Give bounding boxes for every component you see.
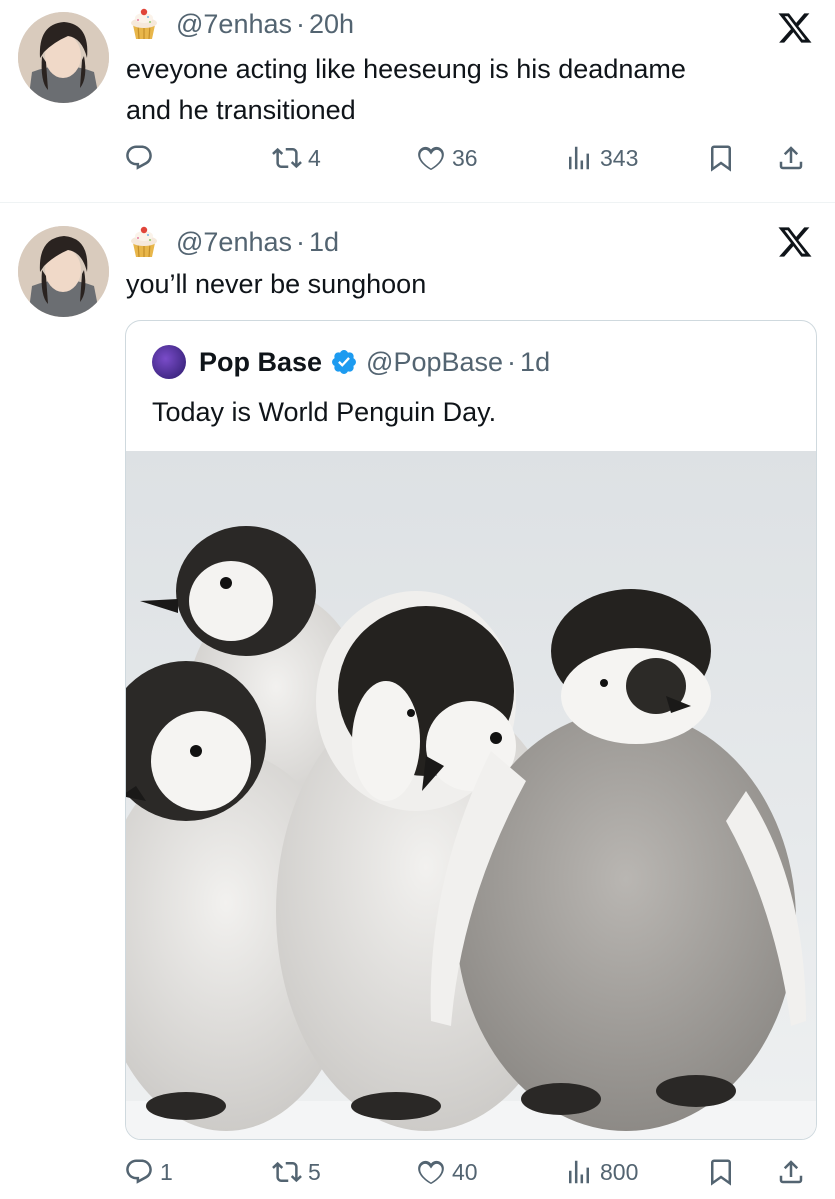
views-icon bbox=[569, 1160, 589, 1184]
view-count: 800 bbox=[600, 1158, 639, 1185]
tweet-text: eveyone acting like heeseung is his dead… bbox=[126, 49, 806, 131]
bookmark-button[interactable] bbox=[706, 1152, 736, 1192]
share-button[interactable] bbox=[776, 1152, 806, 1192]
retweet-count: 5 bbox=[308, 1158, 321, 1185]
user-handle[interactable]: @7enhas bbox=[176, 227, 292, 258]
tweet[interactable]: @7enhas · 20h eveyone acting like heeseu… bbox=[0, 0, 835, 203]
tweet[interactable]: @7enhas · 1d you’ll never be sunghoon Po… bbox=[0, 204, 835, 1199]
retweet-icon bbox=[272, 1161, 302, 1183]
tweet-text-line: you’ll never be sunghoon bbox=[126, 269, 427, 299]
retweet-count: 4 bbox=[308, 144, 321, 171]
quoted-avatar[interactable] bbox=[152, 345, 186, 379]
timestamp[interactable]: 1d bbox=[309, 227, 339, 258]
like-count: 40 bbox=[452, 1158, 478, 1185]
views-button[interactable]: 800 bbox=[564, 1152, 638, 1192]
tweet-header: @7enhas · 20h bbox=[126, 6, 354, 42]
tweet-header: @7enhas · 1d bbox=[126, 224, 339, 260]
like-count: 36 bbox=[452, 144, 478, 171]
quoted-media-image[interactable] bbox=[126, 451, 817, 1140]
view-count: 343 bbox=[600, 144, 639, 171]
verified-badge-icon bbox=[332, 350, 357, 374]
tweet-text: you’ll never be sunghoon bbox=[126, 264, 806, 305]
x-logo-icon bbox=[778, 13, 812, 43]
bookmark-button[interactable] bbox=[706, 138, 736, 178]
bookmark-icon bbox=[711, 1159, 731, 1186]
avatar[interactable] bbox=[18, 12, 109, 103]
views-button[interactable]: 343 bbox=[564, 138, 638, 178]
retweet-button[interactable]: 5 bbox=[272, 1152, 321, 1192]
quoted-tweet[interactable]: Pop Base @PopBase · 1d Today is World Pe… bbox=[125, 320, 817, 1140]
separator-dot: · bbox=[296, 226, 305, 257]
tweet-text-line: and he transitioned bbox=[126, 95, 356, 125]
retweet-button[interactable]: 4 bbox=[272, 138, 321, 178]
tweet-text-line: eveyone acting like heeseung is his dead… bbox=[126, 54, 686, 84]
share-icon bbox=[779, 146, 803, 170]
bookmark-icon bbox=[711, 145, 731, 172]
action-bar: 4 36 343 bbox=[124, 138, 824, 178]
retweet-icon bbox=[272, 147, 302, 169]
quoted-display-name[interactable]: Pop Base bbox=[199, 347, 322, 378]
cupcake-icon bbox=[131, 8, 157, 40]
action-bar: 1 5 40 800 bbox=[124, 1152, 824, 1192]
separator-dot: · bbox=[296, 8, 305, 39]
reply-button[interactable] bbox=[124, 138, 160, 178]
quoted-tweet-text: Today is World Penguin Day. bbox=[152, 397, 497, 427]
share-button[interactable] bbox=[776, 138, 806, 178]
avatar[interactable] bbox=[18, 226, 109, 317]
reply-count: 1 bbox=[160, 1158, 173, 1185]
cupcake-icon bbox=[131, 226, 157, 258]
like-button[interactable]: 36 bbox=[416, 138, 478, 178]
share-icon bbox=[779, 1160, 803, 1184]
reply-button[interactable]: 1 bbox=[124, 1152, 173, 1192]
like-icon bbox=[418, 1160, 444, 1185]
like-icon bbox=[418, 146, 444, 171]
x-logo-icon bbox=[778, 227, 812, 257]
timestamp[interactable]: 20h bbox=[309, 9, 354, 40]
quoted-handle[interactable]: @PopBase bbox=[366, 347, 503, 378]
like-button[interactable]: 40 bbox=[416, 1152, 478, 1192]
user-handle[interactable]: @7enhas bbox=[176, 9, 292, 40]
separator-dot: · bbox=[507, 346, 517, 377]
views-icon bbox=[569, 146, 589, 170]
quoted-timestamp[interactable]: 1d bbox=[520, 347, 550, 378]
reply-icon bbox=[126, 145, 152, 170]
reply-icon bbox=[126, 1159, 152, 1184]
quoted-tweet-header: Pop Base @PopBase · 1d bbox=[152, 345, 550, 379]
